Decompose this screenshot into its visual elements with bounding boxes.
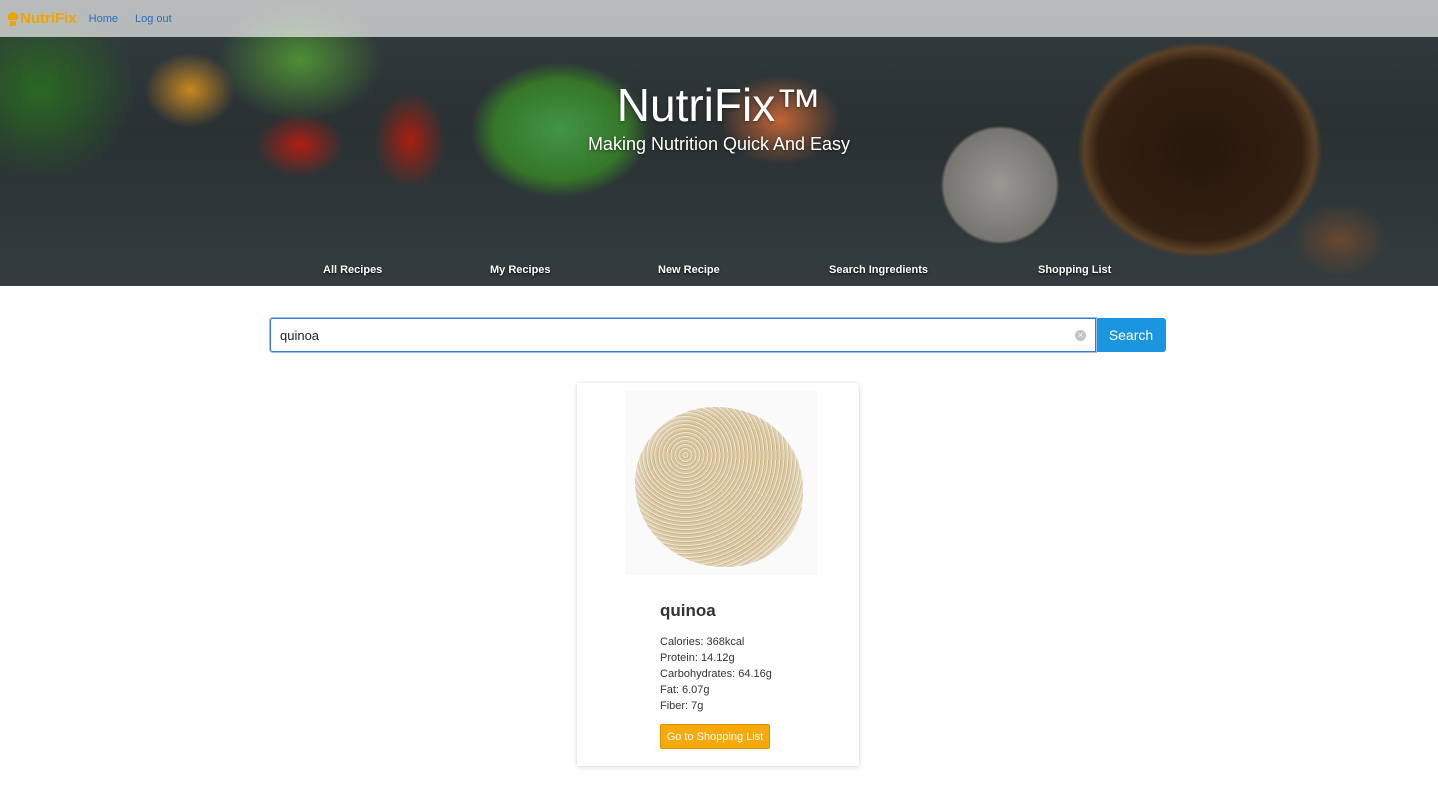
nutrient-carbohydrates: Carbohydrates: 64.16g: [660, 668, 772, 680]
menu-shopping-list[interactable]: Shopping List: [1038, 264, 1111, 276]
nutrient-calories: Calories: 368kcal: [660, 636, 745, 648]
menu-new-recipe[interactable]: New Recipe: [658, 264, 720, 276]
hero-banner: NutriFix Home Log out NutriFix™ Making N…: [0, 0, 1438, 286]
nutrient-fat: Fat: 6.07g: [660, 684, 710, 696]
search-bar: × Search: [270, 318, 1166, 352]
ingredient-card: quinoa Calories: 368kcal Protein: 14.12g…: [577, 383, 859, 766]
brand-name: NutriFix: [20, 10, 77, 27]
chef-hat-icon: [8, 11, 18, 26]
go-to-shopping-list-button[interactable]: Go to Shopping List: [660, 724, 770, 749]
ingredient-name: quinoa: [660, 601, 716, 620]
nutrient-protein: Protein: 14.12g: [660, 652, 735, 664]
nav-logout-link[interactable]: Log out: [135, 13, 172, 25]
ingredient-image: [625, 391, 817, 575]
search-field-wrapper: ×: [270, 318, 1096, 352]
hero-subtitle: Making Nutrition Quick And Easy: [587, 134, 851, 154]
brand-logo[interactable]: NutriFix: [8, 10, 77, 27]
nutrient-fiber: Fiber: 7g: [660, 700, 704, 712]
nav-home-link[interactable]: Home: [89, 13, 118, 25]
clear-icon[interactable]: ×: [1075, 330, 1086, 341]
menu-search-ingredients[interactable]: Search Ingredients: [829, 264, 928, 276]
search-input[interactable]: [271, 319, 1095, 351]
menu-all-recipes[interactable]: All Recipes: [323, 264, 382, 276]
search-button[interactable]: Search: [1096, 318, 1166, 352]
quinoa-photo: [635, 407, 803, 567]
top-navbar: NutriFix Home Log out: [0, 0, 1438, 37]
hero-title: NutriFix™: [616, 79, 822, 131]
menu-my-recipes[interactable]: My Recipes: [490, 264, 551, 276]
